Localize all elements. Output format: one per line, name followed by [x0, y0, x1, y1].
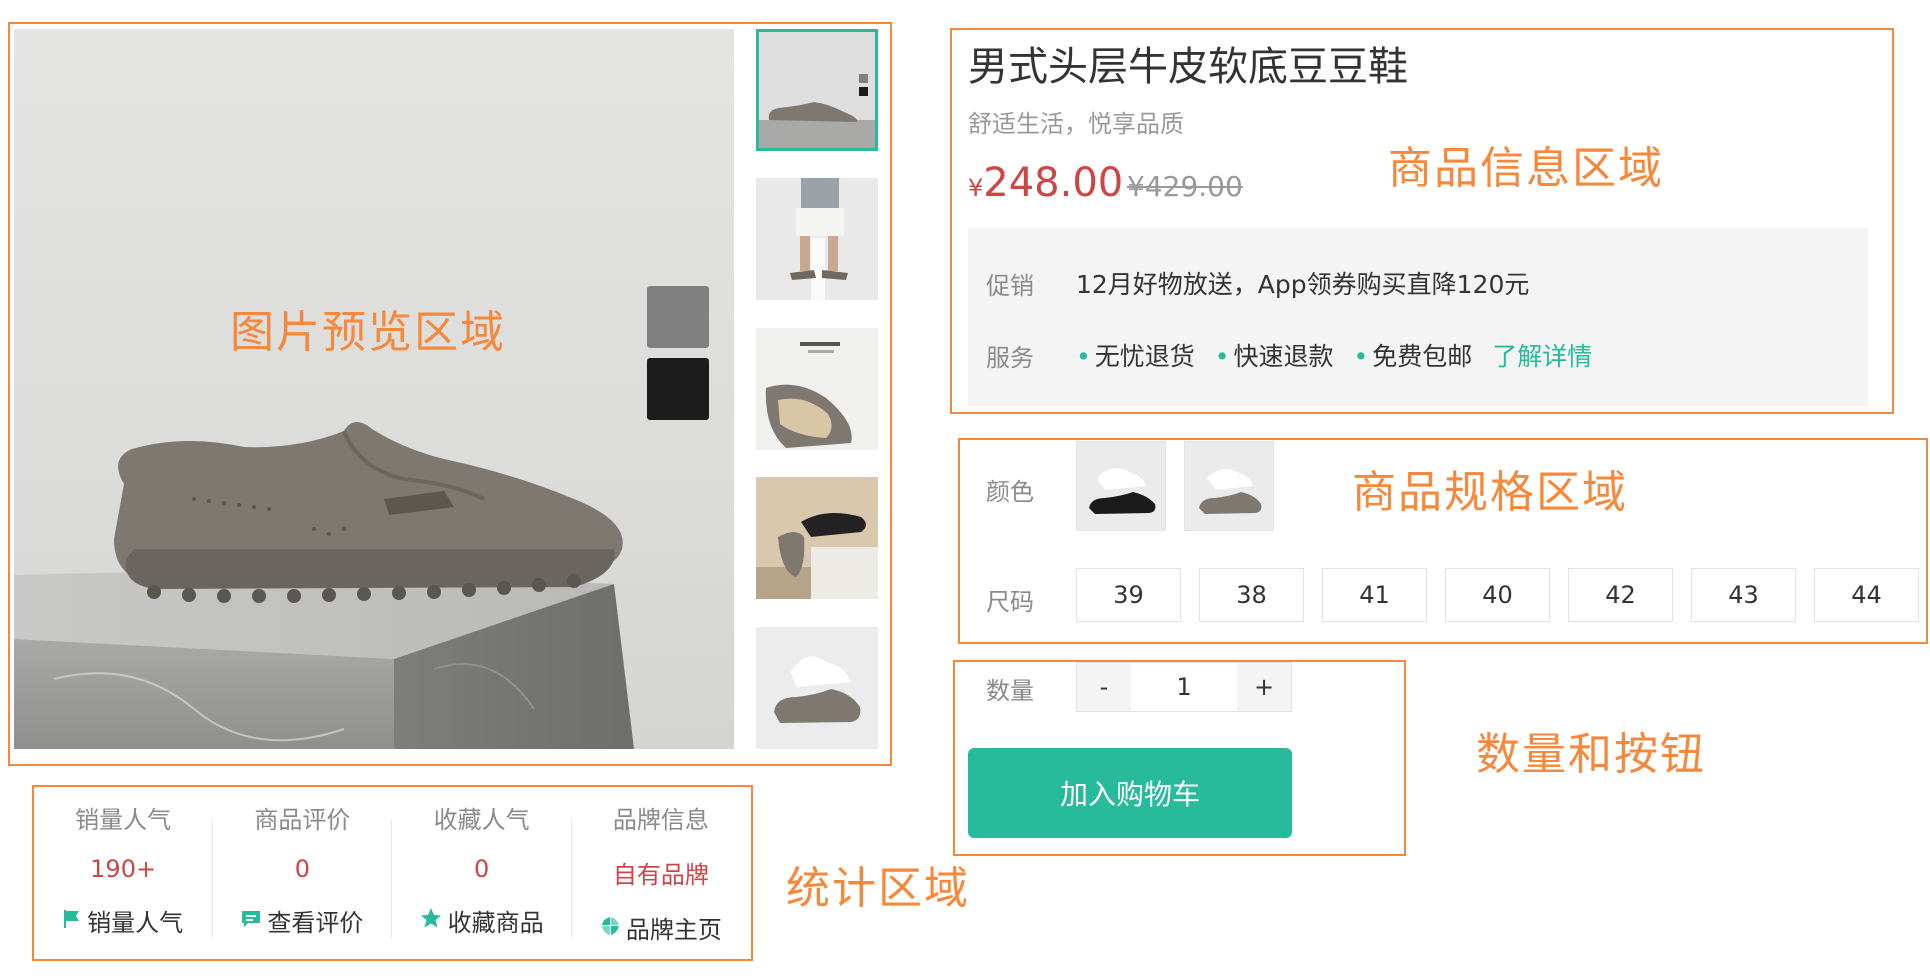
swatch-black[interactable] — [647, 358, 709, 420]
price-symbol: ¥ — [968, 174, 984, 202]
stat-action-label: 收藏商品 — [447, 909, 544, 937]
brand-icon — [600, 914, 620, 942]
thumbnail-5[interactable] — [756, 627, 878, 749]
spec-annotation: 商品规格区域 — [1352, 467, 1628, 518]
preview-annotation: 图片预览区域 — [230, 307, 506, 358]
stats-annotation: 统计区域 — [786, 863, 970, 914]
size-option[interactable]: 38 — [1199, 568, 1304, 622]
service-list: • 无忧退货 • 快速退款 • 免费包邮 了解详情 — [1076, 337, 1592, 373]
add-to-cart-button[interactable]: 加入购物车 — [968, 748, 1292, 838]
flag-icon — [63, 907, 81, 935]
size-option[interactable]: 44 — [1814, 568, 1919, 622]
stat-title: 商品评价 — [254, 806, 351, 834]
service-item: • 快速退款 — [1214, 342, 1334, 371]
stat-action-label: 查看评价 — [267, 909, 364, 937]
color-option-black[interactable] — [1076, 441, 1166, 531]
old-price: ¥429.00 — [1127, 170, 1243, 203]
size-option[interactable]: 42 — [1568, 568, 1673, 622]
comment-icon — [241, 907, 261, 935]
quantity-annotation: 数量和按钮 — [1476, 729, 1706, 780]
service-label: 服务 — [986, 344, 1034, 372]
promo-panel — [968, 228, 1868, 406]
size-label: 尺码 — [986, 588, 1034, 616]
stat-action-label: 品牌主页 — [625, 916, 722, 944]
promo-text: 12月好物放送，App领券购买直降120元 — [1076, 270, 1530, 299]
thumbnail-4[interactable] — [756, 477, 878, 599]
stat-title: 销量人气 — [75, 806, 172, 834]
stat-sales: 销量人气 190+ 销量人气 — [34, 800, 212, 938]
size-option[interactable]: 41 — [1322, 568, 1427, 622]
stat-action-favorites[interactable]: 收藏商品 — [392, 903, 570, 938]
stat-brand: 品牌信息 自有品牌 品牌主页 — [572, 800, 750, 945]
swatch-grey[interactable] — [647, 286, 709, 348]
service-details-link[interactable]: 了解详情 — [1492, 337, 1592, 373]
thumbnail-3[interactable] — [756, 328, 878, 450]
promo-label: 促销 — [986, 272, 1034, 300]
service-item: • 无忧退货 — [1076, 342, 1195, 371]
thumbnail-1[interactable] — [756, 29, 878, 151]
stat-favorites: 收藏人气 0 收藏商品 — [392, 800, 570, 938]
service-item: • 免费包邮 — [1353, 342, 1473, 371]
stat-action-sales[interactable]: 销量人气 — [34, 903, 212, 938]
quantity-minus-button[interactable]: - — [1077, 663, 1131, 711]
quantity-value[interactable]: 1 — [1131, 663, 1237, 711]
quantity-stepper: - 1 + — [1076, 662, 1292, 712]
star-icon — [420, 907, 442, 935]
stat-title: 品牌信息 — [612, 806, 709, 834]
info-annotation: 商品信息区域 — [1388, 143, 1664, 194]
size-option[interactable]: 40 — [1445, 568, 1550, 622]
color-label: 颜色 — [986, 478, 1034, 506]
color-option-grey[interactable] — [1184, 441, 1274, 531]
stat-title: 收藏人气 — [433, 806, 530, 834]
product-title: 男式头层牛皮软底豆豆鞋 — [968, 44, 1408, 90]
stat-reviews: 商品评价 0 查看评价 — [213, 800, 391, 938]
main-product-image[interactable] — [14, 29, 734, 749]
stat-value: 190+ — [90, 855, 157, 883]
price: ¥248.00 — [968, 160, 1123, 206]
product-subtitle: 舒适生活，悦享品质 — [968, 110, 1184, 138]
quantity-plus-button[interactable]: + — [1237, 663, 1291, 711]
stat-value: 0 — [473, 855, 490, 883]
stat-action-brand[interactable]: 品牌主页 — [572, 910, 750, 945]
stat-value: 0 — [294, 855, 310, 883]
size-option[interactable]: 39 — [1076, 568, 1181, 622]
stat-action-label: 销量人气 — [87, 909, 184, 937]
thumbnail-2[interactable] — [756, 178, 878, 300]
stat-value: 自有品牌 — [612, 861, 709, 889]
quantity-label: 数量 — [986, 677, 1034, 705]
price-value: 248.00 — [983, 160, 1124, 206]
stats-row: 销量人气 190+ 销量人气 商品评价 0 查看评价 收藏人气 0 收藏商品 品… — [34, 800, 750, 950]
stat-action-reviews[interactable]: 查看评价 — [213, 903, 391, 938]
size-option[interactable]: 43 — [1691, 568, 1796, 622]
